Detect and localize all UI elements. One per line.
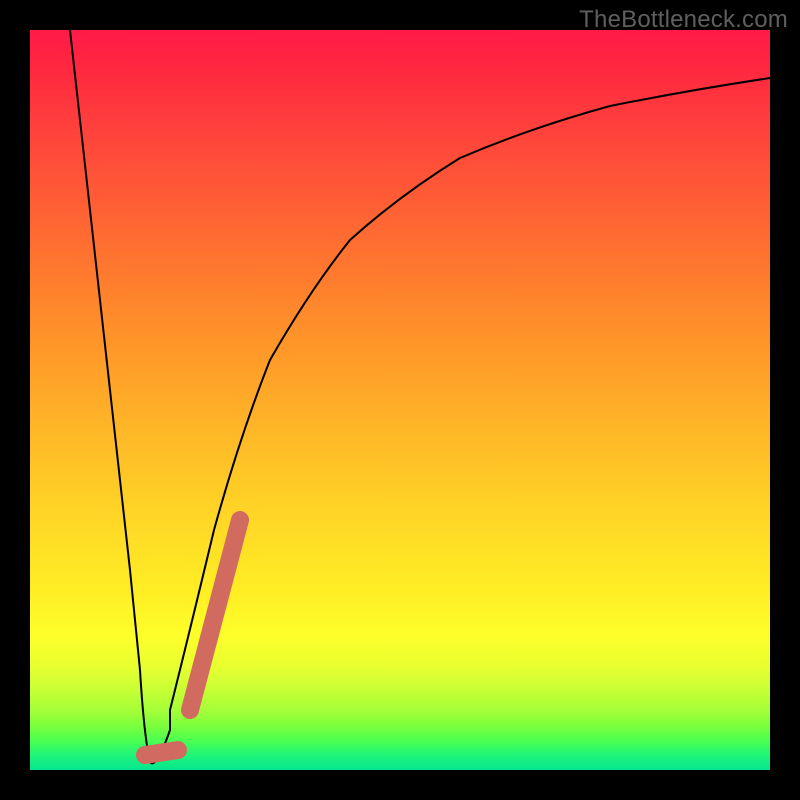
bottleneck-curve xyxy=(70,30,770,763)
watermark: TheBottleneck.com xyxy=(579,6,788,34)
chart-svg xyxy=(30,30,770,770)
accent-long xyxy=(190,520,240,710)
chart-frame: TheBottleneck.com xyxy=(0,0,800,800)
plot-area xyxy=(30,30,770,770)
accent-short xyxy=(145,750,178,755)
